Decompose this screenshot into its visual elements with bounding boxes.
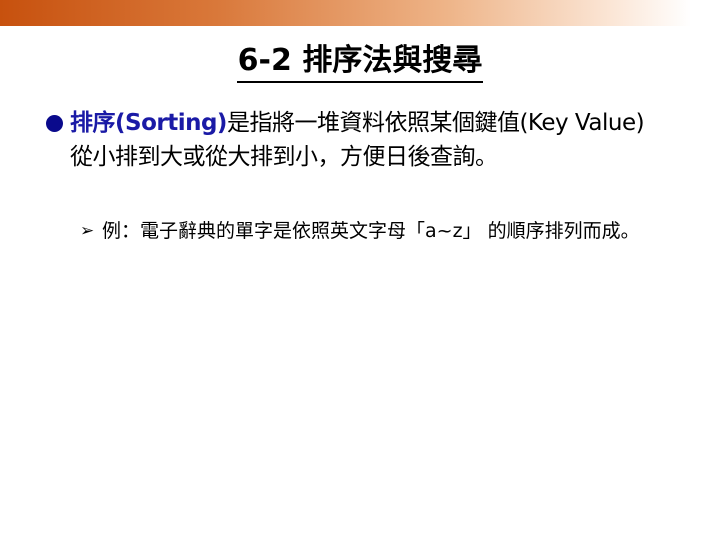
bullet-sorting-text: 排序(Sorting)是指將一堆資料依照某個鍵值(Key Value)從小排到大… (70, 106, 656, 174)
top-gradient-band (0, 0, 720, 26)
filled-circle-bullet-icon (46, 115, 63, 132)
slide-title-container: 6-2 排序法與搜尋 (0, 40, 720, 83)
arrowhead-bullet-icon: ➢ (80, 221, 95, 241)
bullet-example: ➢ 例：電子辭典的單字是依照英文字母「a~z」 的順序排列而成。 (80, 216, 670, 246)
sorting-term: 排序(Sorting) (70, 110, 227, 136)
bullet-sorting-definition: 排序(Sorting)是指將一堆資料依照某個鍵值(Key Value)從小排到大… (46, 106, 656, 174)
slide-title: 6-2 排序法與搜尋 (236, 41, 484, 83)
example-text: 例：電子辭典的單字是依照英文字母「a~z」 的順序排列而成。 (102, 220, 640, 242)
